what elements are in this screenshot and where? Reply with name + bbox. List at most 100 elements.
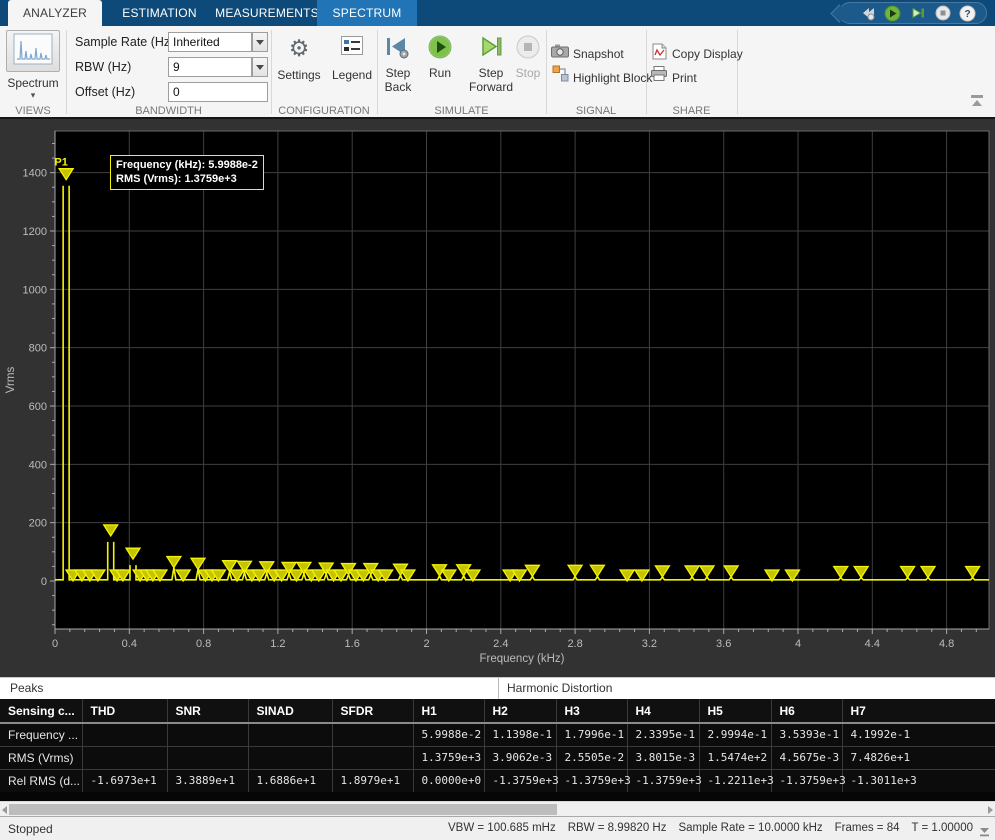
step-forward-label-text: Step Forward <box>468 66 513 94</box>
svg-text:?: ? <box>964 9 970 20</box>
rbw-input[interactable]: 9 <box>168 57 252 77</box>
copy-display-label[interactable]: Copy Display <box>672 47 743 61</box>
p1-marker-label: P1 <box>54 157 67 169</box>
x-tick-label: 2.8 <box>567 638 582 650</box>
tooltip-frequency: Frequency (kHz): 5.9988e-2 <box>116 159 258 171</box>
y-tick-label: 200 <box>29 518 47 530</box>
help-icon[interactable]: ? <box>959 5 976 22</box>
table-cell: -1.3759e+3 <box>484 769 559 793</box>
snapshot-button[interactable] <box>551 44 569 60</box>
table-cell: 2.5505e-2 <box>556 746 628 770</box>
scrollbar-thumb[interactable] <box>9 804 557 815</box>
table-header-sinad: SINAD <box>248 699 333 724</box>
printer-icon <box>651 65 667 86</box>
step-back-label: Step Back <box>377 66 419 94</box>
x-tick-label: 4.8 <box>939 638 954 650</box>
row-label: Frequency ... <box>0 723 83 747</box>
x-axis-title: Frequency (kHz) <box>480 653 565 665</box>
spectrum-plot[interactable]: P1 0 0.4 0.8 1.2 1.6 2 2.4 2.8 3.2 3.6 4 4.4 4.8 0 200 4… <box>0 119 995 677</box>
divider <box>546 30 547 114</box>
scroll-left-icon[interactable] <box>2 806 7 814</box>
scroll-right-icon[interactable] <box>988 806 993 814</box>
step-forward-button[interactable] <box>478 36 504 62</box>
table-cell: 2.3395e-1 <box>627 723 700 747</box>
tab-analyzer[interactable]: ANALYZER <box>8 0 102 26</box>
tab-estimation[interactable]: ESTIMATION <box>102 0 217 26</box>
step-forward-label: Step Forward <box>463 66 519 94</box>
y-tick-label: 1000 <box>23 284 47 296</box>
sample-rate-input[interactable]: Inherited <box>168 32 252 52</box>
highlight-block-label[interactable]: Highlight Block <box>573 71 652 85</box>
tab-measurements[interactable]: MEASUREMENTS <box>215 0 319 26</box>
print-label[interactable]: Print <box>672 71 697 85</box>
minimize-ribbon-triangle <box>972 100 982 106</box>
axes-background <box>55 131 989 629</box>
table-cell: 3.3889e+1 <box>167 769 249 793</box>
quick-step-back-icon[interactable] <box>859 5 876 22</box>
table-cell <box>332 746 414 770</box>
stop-button[interactable] <box>515 34 541 65</box>
stop-icon <box>515 34 541 65</box>
table-cell: 2.9994e-1 <box>699 723 772 747</box>
table-header-snr: SNR <box>167 699 249 724</box>
table-row: RMS (Vrms) 1.3759e+3 3.9062e-3 2.5505e-2 3.8… <box>0 746 995 770</box>
table-cell: 1.3759e+3 <box>413 746 485 770</box>
harmonic-distortion-panel-title: Harmonic Distortion <box>507 681 613 695</box>
table-header-h6: H6 <box>771 699 843 724</box>
status-readouts: VBW = 100.685 mHz RBW = 8.99820 Hz Sample … <box>436 822 973 834</box>
horizontal-scrollbar[interactable] <box>0 801 995 816</box>
x-tick-label: 0.4 <box>122 638 137 650</box>
run-button[interactable] <box>427 34 453 62</box>
table-cell <box>82 746 168 770</box>
step-back-button[interactable] <box>384 36 410 62</box>
tab-spectrum[interactable]: SPECTRUM <box>317 0 417 26</box>
status-frames: Frames = 84 <box>834 822 900 834</box>
settings-button[interactable]: ⚙ <box>284 34 314 62</box>
snapshot-label[interactable]: Snapshot <box>573 47 624 61</box>
table-cell: 3.9062e-3 <box>484 746 557 770</box>
rbw-dropdown[interactable] <box>252 57 268 77</box>
row-label: RMS (Vrms) <box>0 746 83 770</box>
status-dock-icon[interactable] <box>978 824 991 840</box>
chevron-down-icon <box>256 64 264 70</box>
highlight-block-button[interactable] <box>551 65 569 84</box>
table-header-h2: H2 <box>484 699 557 724</box>
chevron-down-icon[interactable]: ▾ <box>0 90 66 101</box>
quick-step-forward-icon[interactable] <box>909 5 926 22</box>
legend-label: Legend <box>331 68 373 82</box>
quick-run-icon[interactable] <box>884 5 901 22</box>
table-cell <box>167 723 249 747</box>
table-cell: 1.5474e+2 <box>699 746 772 770</box>
section-bandwidth: BANDWIDTH <box>135 105 202 117</box>
table-header-sfdr: SFDR <box>332 699 414 724</box>
y-tick-label: 1400 <box>23 168 47 180</box>
peak-tooltip: Frequency (kHz): 5.9988e-2 RMS (Vrms): 1… <box>110 155 264 190</box>
status-vbw: VBW = 100.685 mHz <box>448 822 556 834</box>
print-button[interactable] <box>651 65 667 86</box>
copy-display-icon <box>652 43 667 65</box>
divider <box>271 30 272 114</box>
table-bottom-gap <box>0 792 995 801</box>
minimize-ribbon-icon[interactable] <box>969 94 985 108</box>
legend-button[interactable] <box>340 36 364 60</box>
table-row: Frequency ... 5.9988e-2 1.1398e-1 1.7996e-1… <box>0 723 995 747</box>
offset-input[interactable]: 0 <box>168 82 268 102</box>
x-tick-label: 2 <box>423 638 429 650</box>
table-cell: 4.5675e-3 <box>771 746 843 770</box>
table-cell: 7.4826e+1 <box>842 746 995 770</box>
x-tick-label: 0 <box>52 638 58 650</box>
copy-display-button[interactable] <box>651 43 667 65</box>
spectrum-view-button[interactable] <box>6 30 60 72</box>
quick-stop-icon[interactable] <box>934 5 951 22</box>
spectrum-view-icon <box>13 33 53 70</box>
tooltip-rms: RMS (Vrms): 1.3759e+3 <box>116 173 237 185</box>
section-share: SHARE <box>672 105 711 117</box>
toolstrip-ribbon: Spectrum ▾ VIEWS Sample Rate (Hz) RBW (H… <box>0 26 995 119</box>
sample-rate-dropdown[interactable] <box>252 32 268 52</box>
x-tick-label: 3.2 <box>642 638 657 650</box>
panel-divider <box>498 678 499 700</box>
table-cell: 1.7996e-1 <box>556 723 628 747</box>
table-header-sensing-c-: Sensing c... <box>0 699 83 724</box>
status-rbw: RBW = 8.99820 Hz <box>567 822 667 834</box>
table-header-h1: H1 <box>413 699 485 724</box>
